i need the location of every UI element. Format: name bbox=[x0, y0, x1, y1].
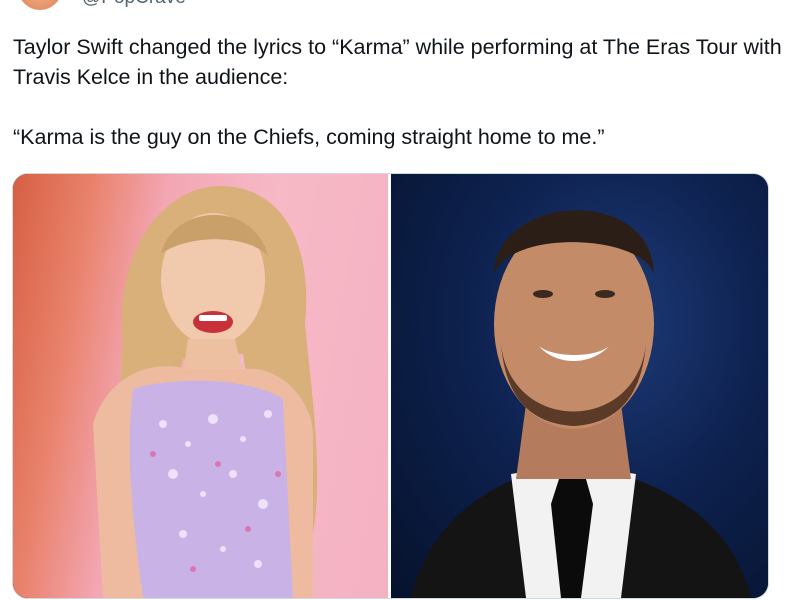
tweet-quote: “Karma is the guy on the Chiefs, coming … bbox=[13, 125, 605, 149]
media-photo-right[interactable] bbox=[391, 174, 768, 598]
media-grid bbox=[12, 173, 769, 599]
performer-illustration bbox=[93, 185, 318, 598]
media-photo-left[interactable] bbox=[13, 174, 388, 598]
tweet-card: @PopCrave Taylor Swift changed the lyric… bbox=[0, 0, 806, 600]
tweet-text-line: Taylor Swift changed the lyrics to “Karm… bbox=[13, 35, 782, 89]
avatar[interactable] bbox=[18, 0, 62, 10]
man-illustration bbox=[411, 210, 751, 598]
tweet-text: Taylor Swift changed the lyrics to “Karm… bbox=[13, 32, 783, 152]
author-handle[interactable]: @PopCrave bbox=[82, 0, 186, 8]
